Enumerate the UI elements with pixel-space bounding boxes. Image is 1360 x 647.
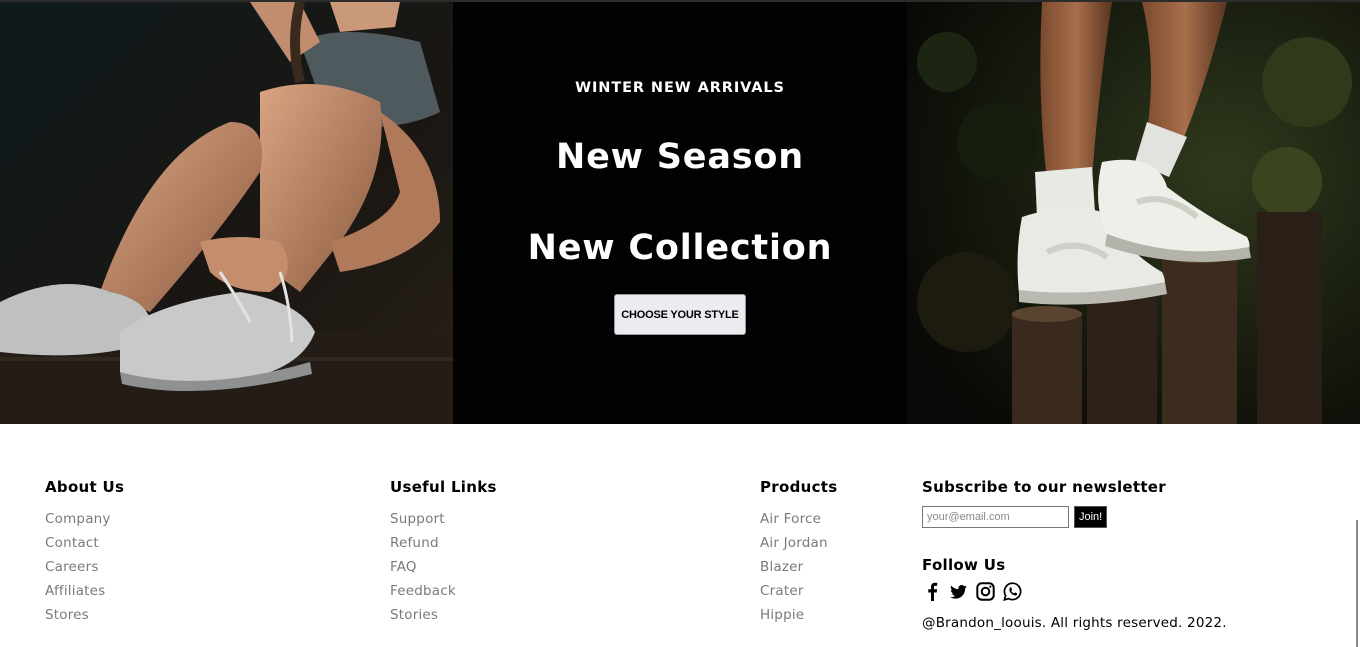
footer-link-feedback[interactable]: Feedback [390, 579, 497, 603]
footer-products-column: Products Air Force Air Jordan Blazer Cra… [760, 478, 838, 627]
facebook-icon[interactable] [922, 582, 941, 601]
footer-link-support[interactable]: Support [390, 507, 497, 531]
social-icons [922, 582, 1030, 601]
site-footer: About Us Company Contact Careers Affilia… [0, 424, 1360, 647]
whatsapp-icon[interactable] [1003, 582, 1022, 601]
hero-right-image [907, 2, 1360, 424]
hero-headline-collection: New Collection [527, 228, 833, 268]
footer-newsletter-column: Subscribe to our newsletter [922, 478, 1166, 496]
hero-eyebrow: WINTER NEW ARRIVALS [575, 80, 785, 96]
hero-banner: WINTER NEW ARRIVALS New Season New Colle… [0, 2, 1360, 424]
footer-link-air-jordan[interactable]: Air Jordan [760, 531, 838, 555]
twitter-icon[interactable] [949, 582, 968, 601]
footer-link-company[interactable]: Company [45, 507, 124, 531]
footer-link-faq[interactable]: FAQ [390, 555, 497, 579]
join-button[interactable]: Join! [1074, 506, 1108, 528]
footer-useful-column: Useful Links Support Refund FAQ Feedback… [390, 478, 497, 627]
footer-about-column: About Us Company Contact Careers Affilia… [45, 478, 124, 627]
hero-left-image [0, 2, 453, 424]
footer-link-refund[interactable]: Refund [390, 531, 497, 555]
instagram-icon[interactable] [976, 582, 995, 601]
footer-link-affiliates[interactable]: Affiliates [45, 579, 124, 603]
footer-link-blazer[interactable]: Blazer [760, 555, 838, 579]
footer-link-air-force[interactable]: Air Force [760, 507, 838, 531]
footer-link-crater[interactable]: Crater [760, 579, 838, 603]
newsletter-email-input[interactable] [922, 506, 1069, 528]
follow-us-title: Follow Us [922, 556, 1006, 574]
scrollbar[interactable] [1356, 520, 1358, 647]
products-title: Products [760, 478, 838, 496]
about-title: About Us [45, 478, 125, 496]
newsletter-title: Subscribe to our newsletter [922, 478, 1166, 496]
copyright-text: @Brandon_loouis. All rights reserved. 20… [922, 615, 1227, 631]
newsletter-form: Join! [922, 506, 1108, 528]
hero-text-panel: WINTER NEW ARRIVALS New Season New Colle… [453, 2, 907, 424]
useful-links-title: Useful Links [390, 478, 497, 496]
hero-headline-season: New Season [556, 137, 804, 177]
footer-link-contact[interactable]: Contact [45, 531, 124, 555]
footer-link-stories[interactable]: Stories [390, 603, 497, 627]
footer-link-careers[interactable]: Careers [45, 555, 124, 579]
footer-link-stores[interactable]: Stores [45, 603, 124, 627]
footer-link-hippie[interactable]: Hippie [760, 603, 838, 627]
choose-style-button[interactable]: CHOOSE YOUR STYLE [614, 294, 746, 335]
